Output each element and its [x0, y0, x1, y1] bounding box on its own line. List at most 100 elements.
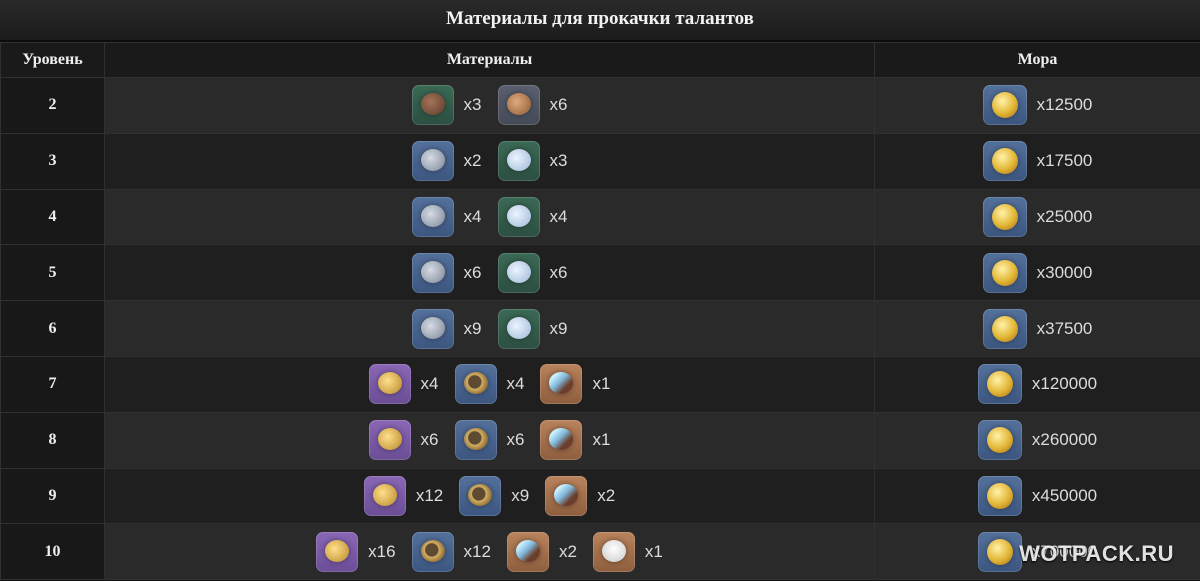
mora-coin-icon: [982, 252, 1027, 293]
material-item: x4: [454, 364, 525, 405]
gold-crest-icon: [368, 420, 411, 461]
mora-item: x17500: [982, 141, 1093, 182]
mora-cell: x30000: [874, 244, 1200, 302]
mora-coin-icon: [982, 308, 1027, 349]
material-quantity: x9: [511, 485, 530, 505]
mora-amount: x25000: [1036, 206, 1093, 226]
material-quantity: x2: [558, 541, 577, 561]
mora-amount: x12500: [1036, 95, 1093, 115]
materials-cell: x12 x9 x2: [104, 467, 875, 525]
materials-cell: x6 x6: [104, 244, 875, 302]
material-item: x6: [368, 420, 439, 461]
material-quantity: x12: [415, 485, 444, 505]
material-quantity: x6: [506, 430, 525, 450]
materials-cell: x2 x3: [104, 132, 875, 190]
mora-cell: x37500: [874, 300, 1200, 357]
material-item: x12: [363, 475, 444, 516]
header-mora: Мора: [874, 42, 1200, 78]
level-cell: 6: [0, 300, 105, 357]
table-row: 8 x6 x6 x1 x260000: [0, 411, 1200, 469]
material-item: x1: [540, 420, 611, 461]
material-quantity: x3: [463, 95, 482, 115]
silver-guide-icon: [497, 196, 540, 237]
mora-item: x30000: [982, 252, 1092, 293]
table-row: 6 x9 x9 x37500: [0, 300, 1200, 357]
material-item: x9: [411, 308, 482, 349]
material-item: x9: [459, 475, 530, 516]
mora-amount: x120000: [1031, 374, 1098, 394]
watermark: WOTPACK.RU: [1019, 541, 1174, 566]
mora-cell: x120000: [874, 355, 1200, 413]
table-row: 2 x3 x6 x12500: [0, 77, 1200, 134]
mora-cell: x450000: [874, 467, 1200, 525]
mora-cell: x260000: [874, 411, 1200, 469]
material-item: x3: [497, 141, 567, 182]
materials-cell: x4 x4: [104, 188, 875, 246]
material-quantity: x6: [463, 262, 482, 282]
silver-guide-icon: [497, 141, 540, 182]
material-item: x4: [497, 196, 567, 237]
header-materials: Материалы: [104, 42, 875, 78]
mora-cell: x25000: [874, 188, 1200, 246]
table-body: 2 x3 x6 x12500 3 x2 x3 x17500 4 x4 x4 x25000 5 x6 x6 x3…: [0, 77, 1200, 581]
level-cell: 7: [0, 355, 105, 413]
material-item: x9: [497, 308, 567, 349]
mora-coin-icon: [982, 196, 1027, 237]
gold-philosophy-icon: [459, 475, 502, 516]
material-quantity: x4: [420, 374, 439, 394]
mora-amount: x17500: [1036, 151, 1093, 171]
gold-philosophy-icon: [454, 364, 497, 405]
silver-guide-icon: [497, 308, 540, 349]
material-item: x1: [592, 531, 663, 572]
feather-boss-material-icon: [540, 420, 583, 461]
material-item: x2: [411, 141, 482, 182]
material-item: x6: [411, 252, 482, 293]
mora-amount: x37500: [1036, 318, 1093, 338]
silver-crest-icon: [411, 196, 454, 237]
materials-cell: x3 x6: [104, 77, 875, 134]
material-item: x16: [316, 531, 396, 572]
mora-coin-icon: [982, 85, 1027, 126]
bronze-teaching-icon: [497, 85, 540, 126]
material-item: x6: [497, 85, 568, 126]
material-quantity: x6: [420, 430, 439, 450]
material-quantity: x9: [463, 318, 482, 338]
mora-coin-icon: [977, 364, 1022, 405]
mora-amount: x450000: [1031, 485, 1098, 505]
level-cell: 9: [0, 467, 105, 525]
material-item: x2: [545, 475, 616, 516]
material-quantity: x1: [592, 374, 611, 394]
material-item: x1: [540, 364, 611, 405]
materials-cell: x6 x6 x1: [104, 411, 875, 469]
gold-crest-icon: [316, 531, 359, 572]
feather-boss-material-icon: [506, 531, 549, 572]
material-quantity: x4: [463, 206, 482, 226]
table-row: 3 x2 x3 x17500: [0, 132, 1200, 190]
mora-item: x120000: [977, 364, 1098, 405]
mora-item: x260000: [977, 420, 1098, 461]
material-item: x3: [411, 85, 482, 126]
silver-crest-icon: [411, 141, 454, 182]
material-quantity: x16: [368, 541, 396, 561]
mora-coin-icon: [977, 531, 1022, 572]
material-quantity: x2: [597, 485, 616, 505]
silver-guide-icon: [497, 252, 540, 293]
material-quantity: x6: [549, 95, 568, 115]
material-item: x4: [411, 196, 482, 237]
level-cell: 3: [0, 132, 105, 190]
material-quantity: x4: [506, 374, 525, 394]
material-quantity: x1: [592, 430, 611, 450]
materials-cell: x9 x9: [104, 300, 875, 357]
mora-item: x12500: [982, 85, 1093, 126]
mora-cell: x17500: [874, 132, 1200, 190]
feather-boss-material-icon: [540, 364, 583, 405]
material-quantity: x2: [463, 151, 482, 171]
material-item: x6: [454, 420, 525, 461]
level-cell: 5: [0, 244, 105, 302]
material-item: x12: [411, 531, 491, 572]
mora-amount: x260000: [1031, 430, 1098, 450]
material-quantity: x12: [463, 541, 491, 561]
crown-of-insight-icon: [592, 531, 635, 572]
mora-item: x37500: [982, 308, 1093, 349]
table-row: 5 x6 x6 x30000: [0, 244, 1200, 302]
